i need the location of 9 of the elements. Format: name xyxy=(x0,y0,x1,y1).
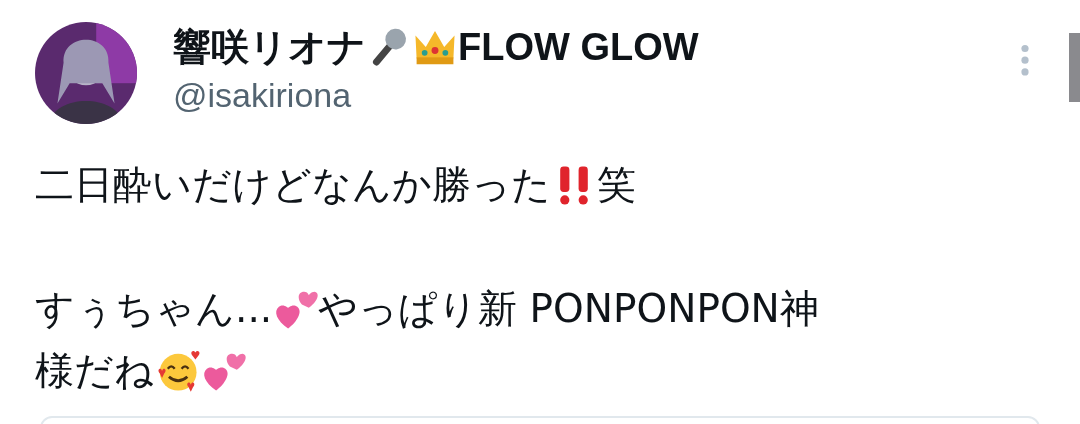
tweet-text: すぅちゃん... xyxy=(35,285,273,333)
tweet-text: やっぱり新 PONPONPON神 xyxy=(318,285,819,333)
tweet-text: 笑 xyxy=(597,161,636,209)
tweet-text: 様だね xyxy=(35,347,154,395)
user-handle[interactable]: @isakiriona xyxy=(173,76,352,115)
tweet-text: 二日酔いだけどなんか勝った xyxy=(35,161,551,209)
scrollbar[interactable] xyxy=(1069,33,1080,102)
display-name[interactable]: FLOW GLOW xyxy=(458,25,699,69)
display-name[interactable]: 響咲リオナ xyxy=(173,21,366,73)
